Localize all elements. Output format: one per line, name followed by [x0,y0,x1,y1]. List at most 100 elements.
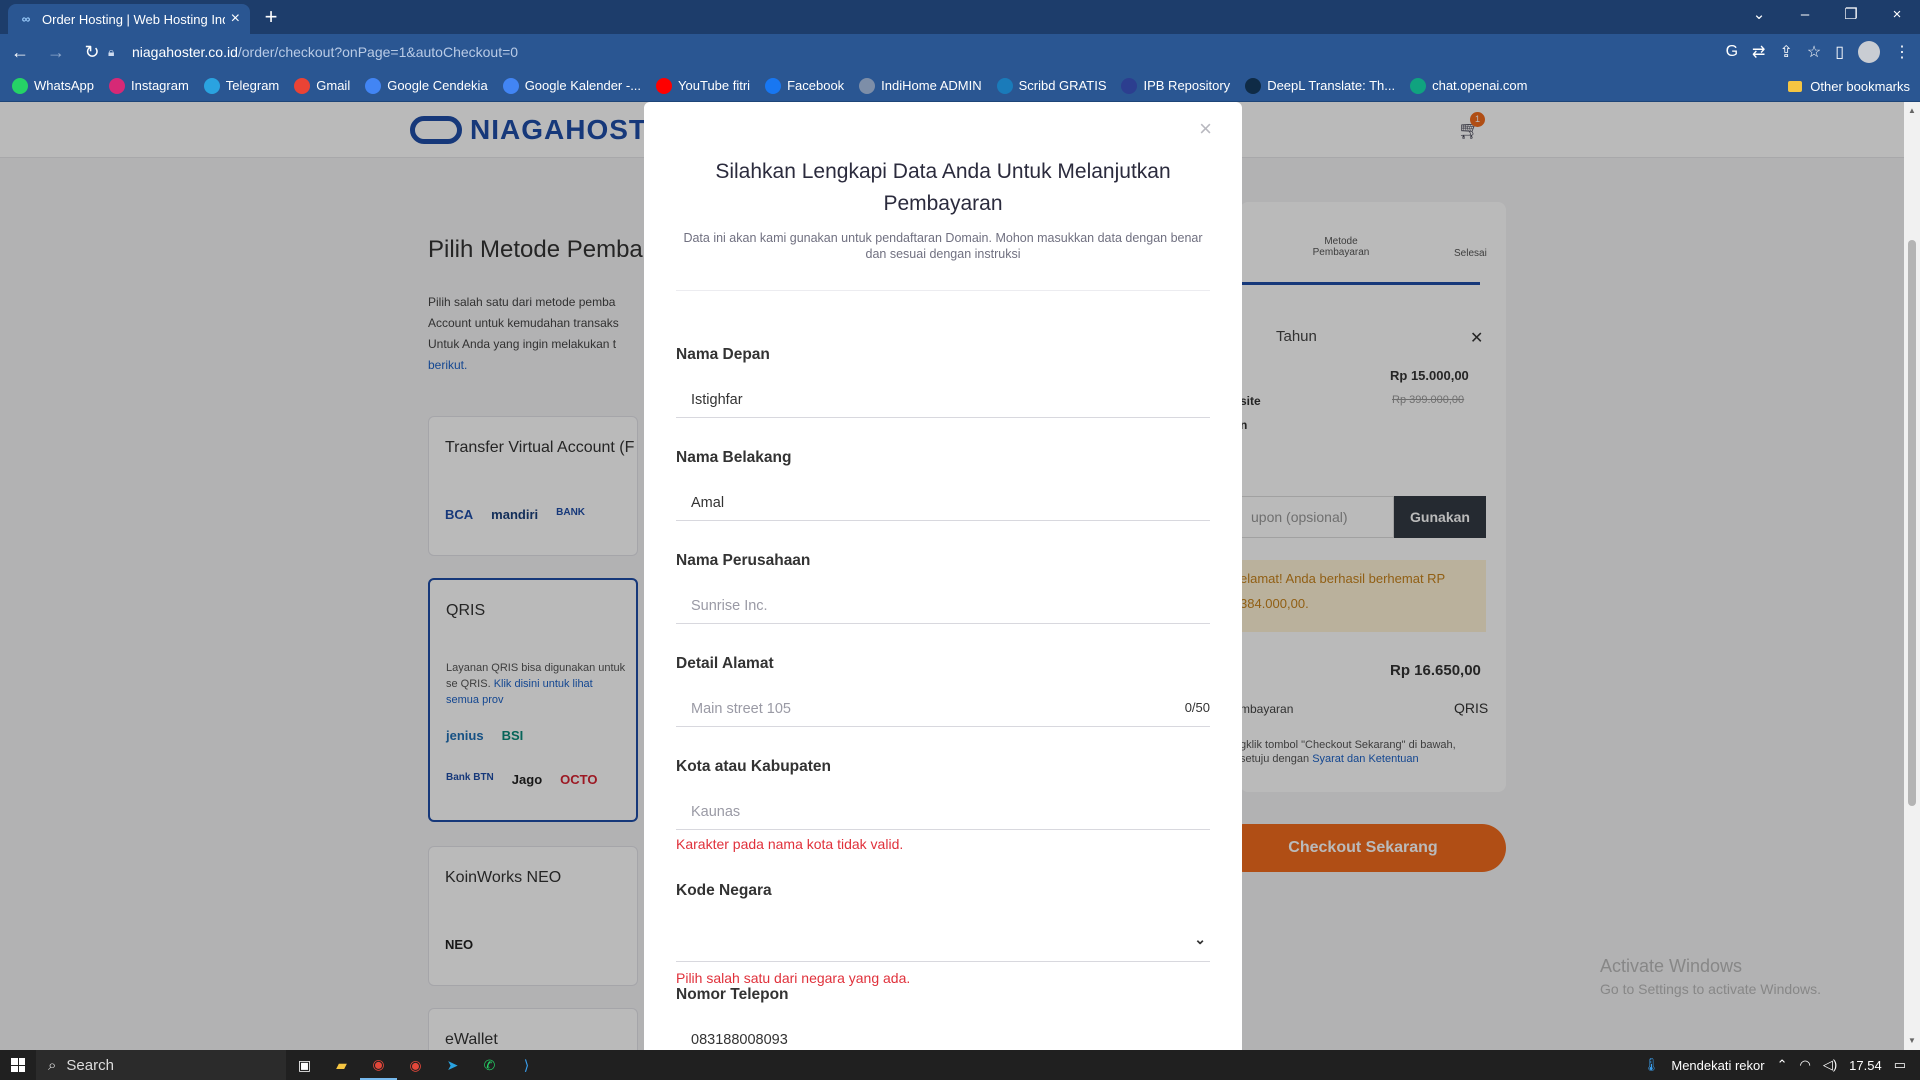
url-path: /order/checkout?onPage=1&autoCheckout=0 [237,44,519,60]
bookmark-label: chat.openai.com [1432,78,1528,93]
city-input[interactable]: Kaunas [676,794,1210,830]
side-panel-icon[interactable]: ▯ [1835,42,1844,62]
chevron-up-icon[interactable]: ⌃ [1777,1057,1788,1073]
company-input[interactable]: Sunrise Inc. [676,588,1210,624]
phone-label: Nomor Telepon [676,986,789,1003]
page-scrollbar[interactable]: ▲ ▼ [1904,102,1920,1050]
telegram-icon[interactable]: ➤ [434,1050,471,1080]
first-name-input[interactable]: Istighfar [676,382,1210,418]
bookmark-item[interactable]: Gmail [294,77,351,94]
file-explorer-icon[interactable]: ▰ [323,1050,360,1080]
reload-button[interactable]: ↻ [76,36,108,68]
weather-text[interactable]: Mendekati rekor [1671,1058,1764,1073]
windows-start-icon[interactable] [0,1050,36,1080]
translate-icon[interactable]: ⇄ [1752,42,1765,62]
modal-title: Silahkan Lengkapi Data Anda Untuk Melanj… [715,160,1171,215]
bookmark-item[interactable]: Google Kalender -... [502,77,641,94]
field-first-name: Nama Depan Istighfar [676,346,1210,418]
bookmark-item[interactable]: WhatsApp [12,77,94,94]
field-last-name: Nama Belakang Amal [676,449,1210,521]
address-char-counter: 0/50 [1184,700,1210,715]
city-placeholder: Kaunas [691,803,741,820]
address-placeholder: Main street 105 [691,700,791,717]
bookmark-item[interactable]: chat.openai.com [1410,77,1528,94]
address-input[interactable]: Main street 105 0/50 [676,691,1210,727]
clock[interactable]: 17.54 [1849,1058,1882,1073]
address-bar[interactable]: 🔒︎ niagahoster.co.id/order/checkout?onPa… [108,36,1688,68]
folder-icon [1788,80,1803,92]
bookmark-favicon-icon [859,77,876,94]
browser-tab[interactable]: ∞ Order Hosting | Web Hosting Ind × [8,4,250,34]
bookmark-favicon-icon [1121,77,1138,94]
minimize-button[interactable]: – [1782,0,1828,30]
scroll-up-icon[interactable]: ▲ [1908,106,1916,115]
bookmark-favicon-icon [502,77,519,94]
field-country: Kode Negara ⌄ Pilih salah satu dari nega… [676,882,1210,986]
chevron-down-icon: ⌄ [1194,931,1206,947]
activate-sub: Go to Settings to activate Windows. [1600,981,1821,997]
bookmark-item[interactable]: Telegram [203,77,279,94]
scrollbar-thumb[interactable] [1908,240,1916,806]
modal-close-icon[interactable]: × [1199,116,1212,142]
bookmark-favicon-icon [108,77,125,94]
profile-avatar[interactable] [1858,41,1880,63]
toolbar-actions: G ⇄ ⇪ ☆ ▯ ⋮ [1726,34,1910,70]
browser-toolbar: ← → ↻ 🔒︎ niagahoster.co.id/order/checkou… [0,34,1920,70]
google-icon[interactable]: G [1726,43,1738,61]
company-label: Nama Perusahaan [676,552,811,569]
tab-title: Order Hosting | Web Hosting Ind [42,11,225,27]
tab-close-icon[interactable]: × [231,10,240,28]
new-tab-button[interactable]: + [258,4,284,30]
wifi-icon[interactable]: ◠ [1799,1057,1810,1073]
search-icon: ⌕ [48,1056,57,1074]
phone-input[interactable]: 083188008093 [676,1022,1210,1050]
country-error: Pilih salah satu dari negara yang ada. [676,970,911,986]
bookmark-favicon-icon [365,77,382,94]
bookmark-label: DeepL Translate: Th... [1267,78,1396,93]
lock-icon: 🔒︎ [108,44,115,59]
modal-subtitle: Data ini akan kami gunakan untuk pendaft… [683,231,1203,261]
bookmark-item[interactable]: Facebook [765,77,844,94]
taskbar-search[interactable]: ⌕ Search [36,1050,286,1080]
browser-tabbar: ∞ Order Hosting | Web Hosting Ind × + ⌄ … [0,0,1920,34]
chrome-icon[interactable]: ◉ [397,1050,434,1080]
volume-icon[interactable]: ◁) [1823,1057,1837,1073]
bookmark-favicon-icon [294,77,311,94]
bookmark-item[interactable]: YouTube fitri [656,77,750,94]
url-host: niagahoster.co.id [132,44,238,60]
bookmark-favicon-icon [656,77,673,94]
country-select[interactable]: ⌄ [676,922,1210,962]
notification-icon[interactable]: ▭ [1894,1057,1906,1073]
tab-search-icon[interactable]: ⌄ [1736,0,1782,30]
back-button[interactable]: ← [4,36,36,68]
other-bookmarks[interactable]: Other bookmarks [1788,70,1910,102]
bookmark-item[interactable]: Instagram [108,77,189,94]
last-name-input[interactable]: Amal [676,485,1210,521]
menu-icon[interactable]: ⋮ [1894,42,1910,62]
company-placeholder: Sunrise Inc. [691,597,768,614]
scroll-down-icon[interactable]: ▼ [1908,1036,1916,1045]
bookmark-star-icon[interactable]: ☆ [1807,42,1821,62]
first-name-label: Nama Depan [676,346,770,363]
bookmark-item[interactable]: IPB Repository [1121,77,1230,94]
bookmark-label: WhatsApp [34,78,94,93]
forward-button[interactable]: → [40,36,72,68]
country-label: Kode Negara [676,882,772,899]
bookmark-favicon-icon [996,77,1013,94]
vscode-icon[interactable]: ⟩ [508,1050,545,1080]
share-icon[interactable]: ⇪ [1779,42,1792,62]
first-name-value: Istighfar [691,391,743,408]
window-close-button[interactable]: × [1874,0,1920,30]
chrome-icon[interactable]: ◉ [360,1050,397,1080]
system-tray: 🌡︎ Mendekati rekor ⌃ ◠ ◁) 17.54 ▭ [1643,1050,1920,1080]
bookmark-item[interactable]: DeepL Translate: Th... [1245,77,1396,94]
bookmark-favicon-icon [765,77,782,94]
bookmark-item[interactable]: IndiHome ADMIN [859,77,982,94]
bookmark-label: Gmail [316,78,351,93]
restore-button[interactable]: ❐ [1828,0,1874,30]
whatsapp-icon[interactable]: ✆ [471,1050,508,1080]
bookmark-item[interactable]: Scribd GRATIS [996,77,1106,94]
bookmark-label: Google Cendekia [387,78,488,93]
task-view-icon[interactable]: ▣ [286,1050,323,1080]
bookmark-item[interactable]: Google Cendekia [365,77,488,94]
